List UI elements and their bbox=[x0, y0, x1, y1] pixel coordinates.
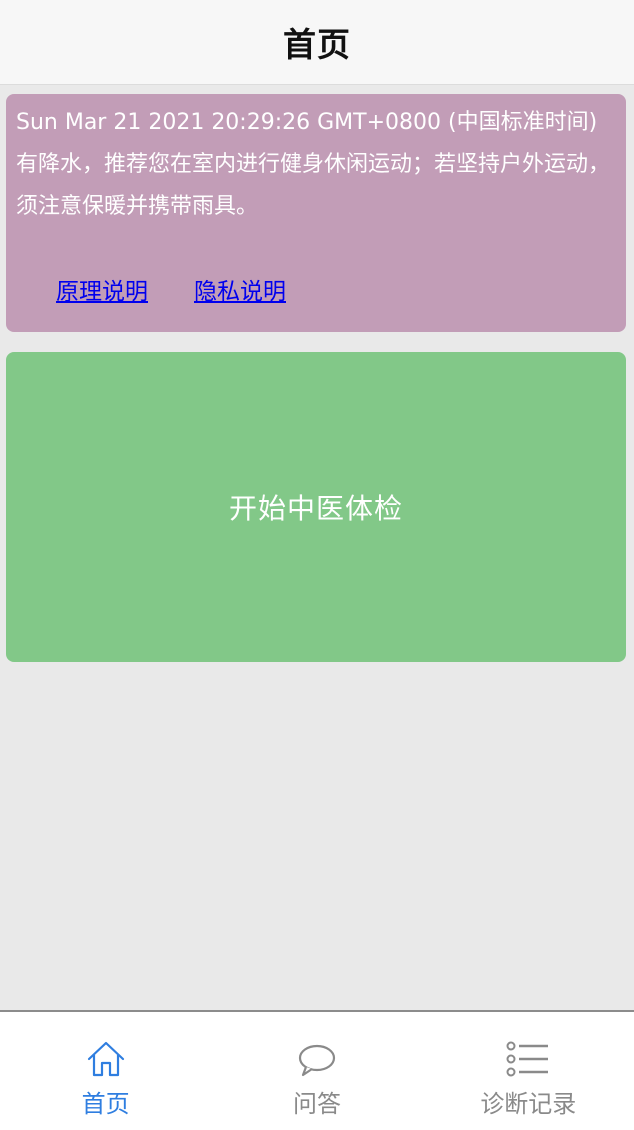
tab-qa-label: 问答 bbox=[292, 1090, 341, 1118]
list-icon bbox=[506, 1041, 549, 1077]
page-title: 首页 bbox=[283, 25, 351, 64]
weather-advice-card: Sun Mar 21 2021 20:29:26 GMT+0800 (中国标准时… bbox=[6, 94, 626, 332]
tab-home[interactable]: 首页 bbox=[0, 1012, 211, 1130]
weather-advice-text: Sun Mar 21 2021 20:29:26 GMT+0800 (中国标准时… bbox=[16, 110, 611, 219]
tab-home-label: 首页 bbox=[81, 1090, 130, 1118]
start-checkup-button[interactable]: 开始中医体检 bbox=[6, 352, 626, 662]
tab-qa[interactable]: 问答 bbox=[211, 1012, 422, 1130]
tab-bar: 首页 问答 诊断记录 bbox=[0, 1010, 634, 1130]
principle-link[interactable]: 原理说明 bbox=[56, 272, 148, 306]
tab-records-label: 诊断记录 bbox=[480, 1090, 577, 1118]
info-links: 原理说明 隐私说明 bbox=[56, 272, 286, 306]
privacy-link[interactable]: 隐私说明 bbox=[194, 272, 286, 306]
tab-records[interactable]: 诊断记录 bbox=[423, 1012, 634, 1130]
chat-bubble-icon bbox=[298, 1044, 336, 1077]
navigation-bar: 首页 bbox=[0, 0, 634, 85]
home-icon bbox=[87, 1041, 124, 1077]
start-checkup-label: 开始中医体检 bbox=[228, 492, 403, 525]
